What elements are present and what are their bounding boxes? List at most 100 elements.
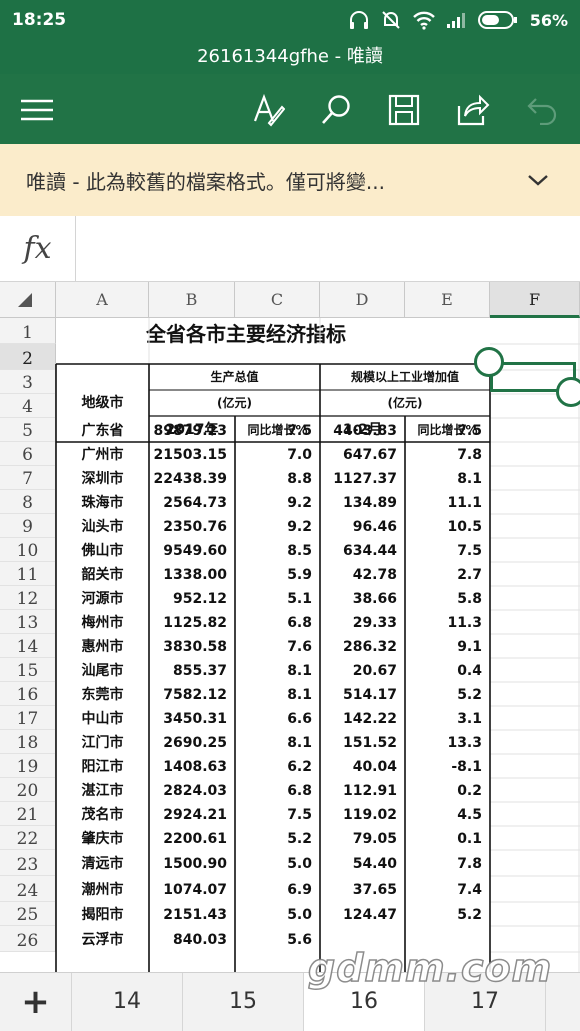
cell-gdp-growth[interactable]: 8.5 [235, 538, 320, 562]
cell-industry[interactable]: 37.65 [320, 876, 405, 902]
cell-city[interactable]: 江门市 [56, 730, 149, 754]
cell-industry-growth[interactable]: 3.1 [405, 706, 490, 730]
cell-industry[interactable]: 40.04 [320, 754, 405, 778]
cell-industry[interactable]: 42.78 [320, 562, 405, 586]
cell-gdp[interactable]: 2924.21 [149, 802, 235, 826]
cell-industry-growth[interactable]: 5.2 [405, 682, 490, 706]
cell-industry[interactable]: 514.17 [320, 682, 405, 706]
row-header[interactable]: 16 [0, 682, 56, 706]
header-gdp-unit[interactable]: (亿元) [149, 390, 320, 416]
cell-industry[interactable]: 79.05 [320, 826, 405, 850]
row-header[interactable]: 12 [0, 586, 56, 610]
cell-gdp-growth[interactable]: 7.6 [235, 634, 320, 658]
cell-gdp-growth[interactable]: 6.8 [235, 778, 320, 802]
cell-gdp[interactable]: 22438.39 [149, 466, 235, 490]
cell-gdp-growth[interactable]: 7.5 [235, 418, 320, 442]
row-header[interactable]: 6 [0, 442, 56, 466]
cell-city[interactable]: 广东省 [56, 418, 149, 442]
sheet-tab-14[interactable]: 14 [72, 973, 183, 1031]
cell-gdp-growth[interactable]: 6.8 [235, 610, 320, 634]
cell-gdp[interactable]: 1500.90 [149, 850, 235, 876]
row-header[interactable]: 24 [0, 876, 56, 902]
cell-city[interactable]: 肇庆市 [56, 826, 149, 850]
cell-industry[interactable]: 38.66 [320, 586, 405, 610]
undo-button[interactable] [522, 90, 562, 130]
cell-gdp[interactable]: 1125.82 [149, 610, 235, 634]
cell-industry[interactable]: 647.67 [320, 442, 405, 466]
cell-city[interactable]: 揭阳市 [56, 902, 149, 926]
cell-gdp[interactable]: 7582.12 [149, 682, 235, 706]
cell-industry-growth[interactable]: 5.2 [405, 902, 490, 926]
cell-gdp-growth[interactable]: 5.1 [235, 586, 320, 610]
column-header-c[interactable]: C [235, 282, 320, 318]
cell-gdp[interactable]: 2824.03 [149, 778, 235, 802]
cell-city[interactable]: 阳江市 [56, 754, 149, 778]
cell-gdp-growth[interactable]: 5.0 [235, 850, 320, 876]
cell-city[interactable]: 珠海市 [56, 490, 149, 514]
cell-gdp[interactable]: 3450.31 [149, 706, 235, 730]
cell-industry-growth[interactable]: 11.1 [405, 490, 490, 514]
cell-city[interactable]: 汕尾市 [56, 658, 149, 682]
cell-gdp[interactable]: 2564.73 [149, 490, 235, 514]
row-header[interactable]: 25 [0, 902, 56, 926]
cell-gdp-growth[interactable]: 6.2 [235, 754, 320, 778]
formula-input[interactable] [77, 216, 580, 281]
cell-city[interactable]: 清远市 [56, 850, 149, 876]
row-header[interactable]: 8 [0, 490, 56, 514]
cell-industry-growth[interactable]: 7.5 [405, 418, 490, 442]
cell-city[interactable]: 佛山市 [56, 538, 149, 562]
sheet-tab-15[interactable]: 15 [183, 973, 304, 1031]
cell-industry[interactable]: 142.22 [320, 706, 405, 730]
column-header-f[interactable]: F [490, 282, 580, 318]
cell-industry-growth[interactable]: 7.5 [405, 538, 490, 562]
cell-industry[interactable]: 29.33 [320, 610, 405, 634]
row-header[interactable]: 20 [0, 778, 56, 802]
cell-industry[interactable]: 54.40 [320, 850, 405, 876]
cell-industry-growth[interactable]: 8.1 [405, 466, 490, 490]
cell-gdp[interactable]: 2151.43 [149, 902, 235, 926]
cell-industry[interactable]: 124.47 [320, 902, 405, 926]
row-header[interactable]: 23 [0, 850, 56, 876]
row-header[interactable]: 4 [0, 394, 56, 418]
selection-handle-start[interactable] [474, 347, 504, 377]
header-industry-unit[interactable]: (亿元) [320, 390, 490, 416]
row-header[interactable]: 9 [0, 514, 56, 538]
row-header[interactable]: 26 [0, 926, 56, 952]
cell-industry[interactable]: 134.89 [320, 490, 405, 514]
cell-industry-growth[interactable]: 2.7 [405, 562, 490, 586]
cell-city[interactable]: 深圳市 [56, 466, 149, 490]
cell-city[interactable]: 韶关市 [56, 562, 149, 586]
cell-gdp[interactable]: 9549.60 [149, 538, 235, 562]
row-header[interactable]: 15 [0, 658, 56, 682]
cell-industry-growth[interactable]: 5.8 [405, 586, 490, 610]
cell-gdp-growth[interactable]: 8.1 [235, 730, 320, 754]
cell-gdp-growth[interactable]: 9.2 [235, 514, 320, 538]
select-all-button[interactable] [0, 282, 56, 318]
cell-city[interactable]: 茂名市 [56, 802, 149, 826]
cell-gdp-growth[interactable]: 9.2 [235, 490, 320, 514]
cell-gdp-growth[interactable]: 6.9 [235, 876, 320, 902]
cell-gdp[interactable]: 2350.76 [149, 514, 235, 538]
row-header[interactable]: 22 [0, 826, 56, 850]
cell-gdp-growth[interactable]: 8.1 [235, 658, 320, 682]
add-sheet-button[interactable]: + [0, 973, 72, 1031]
column-header-e[interactable]: E [405, 282, 490, 318]
cell-city[interactable]: 汕头市 [56, 514, 149, 538]
read-only-banner[interactable]: 唯讀 - 此為較舊的檔案格式。僅可將變... [0, 144, 580, 216]
cell-gdp-growth[interactable]: 8.8 [235, 466, 320, 490]
cell-industry[interactable]: 119.02 [320, 802, 405, 826]
cell-industry[interactable]: 112.91 [320, 778, 405, 802]
row-header[interactable]: 7 [0, 466, 56, 490]
share-button[interactable] [453, 90, 493, 130]
cell-gdp[interactable]: 2200.61 [149, 826, 235, 850]
cell-industry[interactable]: 20.67 [320, 658, 405, 682]
cell-gdp[interactable]: 2690.25 [149, 730, 235, 754]
cell-industry[interactable]: 4403.83 [320, 418, 405, 442]
cell-gdp[interactable]: 1338.00 [149, 562, 235, 586]
cell-city[interactable]: 东莞市 [56, 682, 149, 706]
cell-industry-growth[interactable]: -8.1 [405, 754, 490, 778]
cell-gdp[interactable]: 1074.07 [149, 876, 235, 902]
cell-industry-growth[interactable]: 9.1 [405, 634, 490, 658]
save-button[interactable] [384, 90, 424, 130]
column-header-b[interactable]: B [149, 282, 235, 318]
